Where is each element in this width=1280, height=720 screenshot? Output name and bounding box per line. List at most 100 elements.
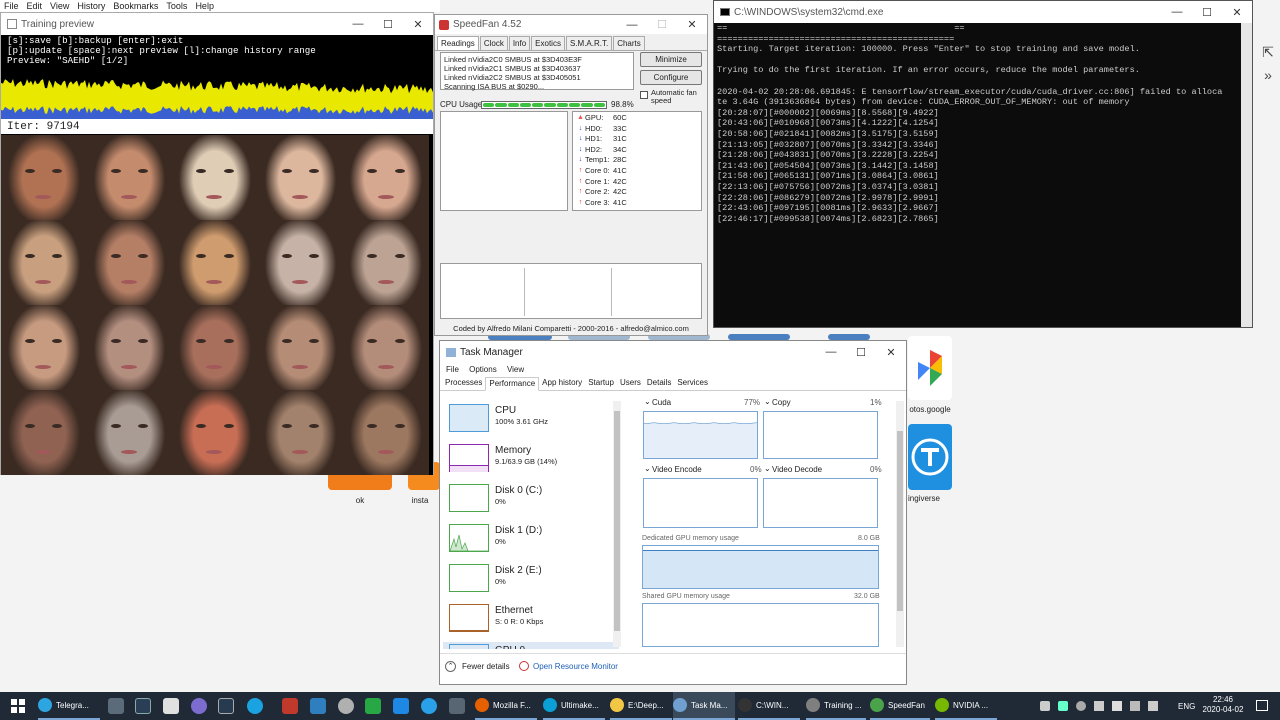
taskbar-app-3[interactable]: E:\Deep... [610,692,672,720]
tab-clock[interactable]: Clock [479,36,508,50]
tab-performance[interactable]: Performance [485,377,540,391]
google-photos-icon[interactable] [908,336,952,400]
video-decode-label[interactable]: Video Decode [772,465,822,474]
close-icon[interactable]: ✕ [403,18,433,31]
maximize-icon[interactable]: ☐ [846,346,876,359]
tab-details[interactable]: Details [644,377,674,390]
pinned-app-icon[interactable] [421,692,437,720]
taskbar-app-7[interactable]: SpeedFan [870,692,930,720]
tab-smart[interactable]: S.M.A.R.T. [565,36,613,50]
maximize-icon[interactable]: ☐ [373,18,403,31]
menu-file[interactable]: File [0,0,23,11]
maximize-icon[interactable]: ☐ [1192,6,1222,19]
open-resource-monitor-link[interactable]: Open Resource Monitor [533,662,618,671]
perf-item-gpu-0[interactable]: GPU 0 [443,642,619,649]
reading-name: HD0: [585,123,603,133]
chevron-down-icon[interactable]: ⌄ [644,397,651,406]
minimize-icon[interactable]: — [343,18,373,30]
video-encode-label[interactable]: Video Encode [652,465,702,474]
minimize-icon[interactable]: — [1162,6,1192,18]
menu-help[interactable]: Help [191,0,218,11]
face-eye [309,169,320,173]
chevron-down-icon[interactable]: ⌄ [644,464,651,473]
face-mouth [120,279,137,284]
taskbar-app-label: E:\Deep... [628,700,664,710]
taskbar-app-5[interactable]: C:\WIN... [738,692,800,720]
perf-item-disk-0-c[interactable]: Disk 0 (C:) 0% [443,482,619,522]
tab-charts[interactable]: Charts [613,36,645,50]
pinned-app-icon[interactable] [108,692,124,720]
tab-users[interactable]: Users [617,377,644,390]
menu-view[interactable]: View [507,365,524,374]
share-icon[interactable]: ⇱ [1256,44,1280,61]
taskbar-app-label: NVIDIA ... [953,700,989,710]
menu-edit[interactable]: Edit [23,0,47,11]
notification-icon[interactable] [1256,700,1268,711]
graph-scrollbar[interactable] [896,401,904,647]
close-icon[interactable]: ✕ [1222,6,1252,19]
language-indicator[interactable]: ENG [1178,692,1195,720]
start-icon[interactable] [11,699,25,713]
app-icon [38,698,52,712]
perf-item-cpu[interactable]: CPU 100% 3.61 GHz [443,402,619,442]
log-line: Linked nVidia2C0 SMBUS at $3D403E3F [444,55,582,64]
pinned-app-icon[interactable] [338,692,354,720]
minimize-button[interactable]: Minimize [640,52,702,67]
tray-icons[interactable] [1040,692,1158,720]
minimize-icon[interactable]: — [816,346,846,358]
fewer-details-icon[interactable]: ⌃ [445,661,456,672]
chevron-down-icon[interactable]: ⌄ [764,397,771,406]
taskbar-app-4[interactable]: Task Ma... [673,692,735,720]
menu-tools[interactable]: Tools [162,0,191,11]
pinned-app-icon[interactable] [163,692,179,720]
maximize-icon[interactable]: ☐ [647,18,677,31]
pinned-app-icon[interactable] [282,692,298,720]
taskbar-app-8[interactable]: NVIDIA ... [935,692,997,720]
pinned-app-icon[interactable] [247,692,263,720]
menu-bookmarks[interactable]: Bookmarks [109,0,162,11]
minimize-icon[interactable]: — [617,19,647,31]
pinned-app-icon[interactable] [191,692,207,720]
tab-exotics[interactable]: Exotics [531,36,565,50]
menu-options[interactable]: Options [469,365,497,374]
thingiverse-icon[interactable] [908,424,952,490]
pinned-app-icon[interactable] [365,692,381,720]
perf-thumbnail [449,404,489,432]
copy-label[interactable]: Copy [772,398,791,407]
pinned-app-icon[interactable] [310,692,326,720]
perf-item-disk-1-d[interactable]: Disk 1 (D:) 0% [443,522,619,562]
preview-face [257,135,344,220]
taskbar-app-1[interactable]: Mozilla F... [475,692,537,720]
auto-fan-checkbox[interactable] [640,91,648,99]
taskbar-app-0[interactable]: Telegra... [38,692,100,720]
pinned-app-icon[interactable] [135,692,151,720]
chevron-down-icon[interactable]: ⌄ [764,464,771,473]
tab-services[interactable]: Services [674,377,711,390]
pinned-app-icon[interactable] [218,692,234,720]
tab-info[interactable]: Info [508,36,531,50]
pinned-app-icon[interactable] [393,692,409,720]
perf-item-memory[interactable]: Memory 9.1/63.9 GB (14%) [443,442,619,482]
tab-readings[interactable]: Readings [437,36,479,50]
configure-button[interactable]: Configure [640,70,702,85]
cmd-scrollbar[interactable] [1241,23,1252,327]
close-icon[interactable]: ✕ [876,346,906,359]
perf-item-ethernet[interactable]: Ethernet S: 0 R: 0 Kbps [443,602,619,642]
close-icon[interactable]: ✕ [677,18,707,31]
preview-face [86,390,173,475]
cuda-label[interactable]: Cuda [652,398,671,407]
chevron-right-icon[interactable]: » [1256,67,1280,83]
tab-processes[interactable]: Processes [442,377,485,390]
taskbar-app-2[interactable]: Ultimake... [543,692,605,720]
taskbar-app-6[interactable]: Training ... [806,692,866,720]
tab-app-history[interactable]: App history [539,377,585,390]
tab-startup[interactable]: Startup [585,377,617,390]
menu-history[interactable]: History [73,0,109,11]
fewer-details-link[interactable]: Fewer details [462,662,510,671]
clock[interactable]: 22:46 2020-04-02 [1200,695,1246,715]
pinned-app-icon[interactable] [449,692,465,720]
menu-file[interactable]: File [446,365,459,374]
perf-item-disk-2-e[interactable]: Disk 2 (E:) 0% [443,562,619,602]
sidebar-scrollbar[interactable] [613,401,621,647]
menu-view[interactable]: View [46,0,73,11]
